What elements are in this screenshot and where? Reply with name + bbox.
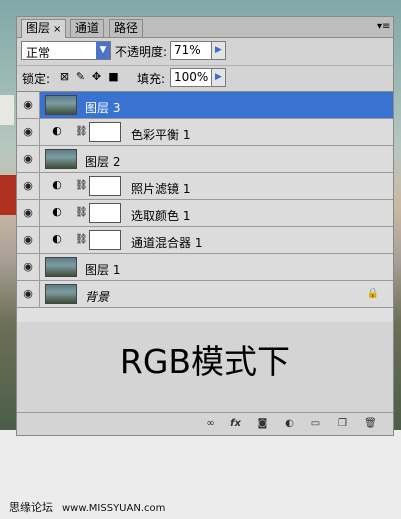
layer-row[interactable]: ◉ ◐ ⛓ 通道混合器 1 bbox=[17, 227, 393, 254]
opacity-label: 不透明度: bbox=[115, 45, 168, 59]
link-icon[interactable]: ∞ bbox=[203, 417, 218, 431]
layer-name: 背景 bbox=[85, 290, 110, 304]
eye-icon[interactable]: ◉ bbox=[17, 119, 40, 145]
layer-name: 图层 2 bbox=[85, 155, 121, 169]
layer-row[interactable]: ◉ 图层 2 bbox=[17, 146, 393, 173]
panel-tab-bar: 图层 × 通道 路径 ▾≡ bbox=[17, 17, 393, 38]
blend-mode-value: 正常 bbox=[26, 46, 51, 60]
lock-row: 锁定: ⊠ ✎ ✥ ■ 填充: 100% ▶ bbox=[17, 65, 393, 90]
fx-icon[interactable]: fx bbox=[228, 417, 243, 431]
tab-label: 图层 bbox=[26, 21, 51, 35]
eye-icon[interactable]: ◉ bbox=[17, 200, 40, 226]
layer-mask-thumbnail bbox=[89, 176, 121, 196]
credit-url: www.MISSYUAN.com bbox=[62, 503, 166, 514]
layer-row[interactable]: ◉ 背景 🔒 bbox=[17, 281, 393, 308]
fill-input[interactable]: 100% bbox=[170, 68, 212, 87]
layer-row[interactable]: ◉ 图层 3 bbox=[17, 92, 393, 119]
adjustment-layer-icon: ◐ bbox=[52, 178, 62, 191]
close-icon[interactable]: × bbox=[53, 24, 61, 35]
lock-transparency-icon[interactable]: ⊠ bbox=[59, 71, 70, 82]
lock-label: 锁定: bbox=[22, 72, 51, 86]
eye-icon[interactable]: ◉ bbox=[17, 146, 40, 172]
opacity-input[interactable]: 71% bbox=[170, 41, 212, 60]
layer-name: 通道混合器 1 bbox=[131, 236, 203, 250]
layer-row[interactable]: ◉ ◐ ⛓ 选取颜色 1 bbox=[17, 200, 393, 227]
group-icon[interactable]: ▭ bbox=[308, 417, 323, 431]
eye-icon[interactable]: ◉ bbox=[17, 281, 40, 307]
new-layer-icon[interactable]: ❐ bbox=[335, 417, 350, 431]
layer-row[interactable]: ◉ ◐ ⛓ 照片滤镜 1 bbox=[17, 173, 393, 200]
credit-text: 思缘论坛 www.MISSYUAN.com bbox=[9, 499, 165, 515]
fill-slider-arrow-icon[interactable]: ▶ bbox=[212, 68, 226, 87]
photo-detail bbox=[0, 95, 14, 125]
lock-pixels-icon[interactable]: ✎ bbox=[75, 71, 86, 82]
link-chain-icon: ⛓ bbox=[75, 126, 88, 137]
tab-layers[interactable]: 图层 × bbox=[21, 19, 67, 38]
layer-name: 选取颜色 1 bbox=[131, 209, 191, 223]
link-chain-icon: ⛓ bbox=[75, 234, 88, 245]
mask-icon[interactable]: ◙ bbox=[255, 417, 270, 431]
layer-name: 照片滤镜 1 bbox=[131, 182, 191, 196]
opacity-slider-arrow-icon[interactable]: ▶ bbox=[212, 41, 226, 60]
layer-thumbnail bbox=[45, 284, 77, 304]
layer-name: 图层 3 bbox=[85, 101, 121, 115]
adjustment-layer-icon: ◐ bbox=[52, 205, 62, 218]
layer-thumbnail bbox=[45, 95, 77, 115]
chevron-down-icon: ▼ bbox=[96, 42, 110, 59]
lock-all-icon[interactable]: ■ bbox=[108, 71, 119, 82]
layer-row[interactable]: ◉ ◐ ⛓ 色彩平衡 1 bbox=[17, 119, 393, 146]
layers-list: ◉ 图层 3 ◉ ◐ ⛓ 色彩平衡 1 ◉ 图层 2 ◉ ◐ ⛓ 照片滤镜 1 bbox=[17, 91, 393, 322]
adjustment-layer-icon: ◐ bbox=[52, 232, 62, 245]
layers-panel: 图层 × 通道 路径 ▾≡ 正常 ▼ 不透明度: 71% ▶ 锁定: ⊠ ✎ ✥ … bbox=[16, 16, 394, 436]
adjustment-layer-icon: ◐ bbox=[52, 124, 62, 137]
eye-icon[interactable]: ◉ bbox=[17, 92, 40, 118]
layer-name: 图层 1 bbox=[85, 263, 121, 277]
tab-channels[interactable]: 通道 bbox=[70, 19, 105, 37]
layer-mask-thumbnail bbox=[89, 203, 121, 223]
tab-label: 路径 bbox=[114, 21, 139, 35]
layer-row[interactable]: ◉ 图层 1 bbox=[17, 254, 393, 281]
eye-icon[interactable]: ◉ bbox=[17, 227, 40, 253]
tab-paths[interactable]: 路径 bbox=[109, 19, 144, 37]
tab-label: 通道 bbox=[75, 21, 100, 35]
layer-thumbnail bbox=[45, 149, 77, 169]
panel-menu-icon[interactable]: ▾≡ bbox=[377, 20, 390, 33]
blend-row: 正常 ▼ 不透明度: 71% ▶ bbox=[17, 39, 393, 63]
layer-mask-thumbnail bbox=[89, 122, 121, 142]
link-chain-icon: ⛓ bbox=[75, 180, 88, 191]
blend-mode-select[interactable]: 正常 ▼ bbox=[21, 41, 111, 60]
fill-label: 填充: bbox=[137, 72, 166, 86]
panel-footer: ∞ fx ◙ ◐ ▭ ❐ 🗑 bbox=[17, 412, 393, 435]
lock-position-icon[interactable]: ✥ bbox=[91, 71, 102, 82]
lock-icon: 🔒 bbox=[366, 288, 379, 299]
eye-icon[interactable]: ◉ bbox=[17, 173, 40, 199]
layer-mask-thumbnail bbox=[89, 230, 121, 250]
link-chain-icon: ⛓ bbox=[75, 207, 88, 218]
adjustment-icon[interactable]: ◐ bbox=[282, 417, 297, 431]
credit-site: 思缘论坛 bbox=[9, 501, 53, 514]
layer-name: 色彩平衡 1 bbox=[131, 128, 191, 142]
trash-icon[interactable]: 🗑 bbox=[363, 417, 378, 431]
layer-thumbnail bbox=[45, 257, 77, 277]
eye-icon[interactable]: ◉ bbox=[17, 254, 40, 280]
caption-text: RGB模式下 bbox=[119, 342, 291, 381]
